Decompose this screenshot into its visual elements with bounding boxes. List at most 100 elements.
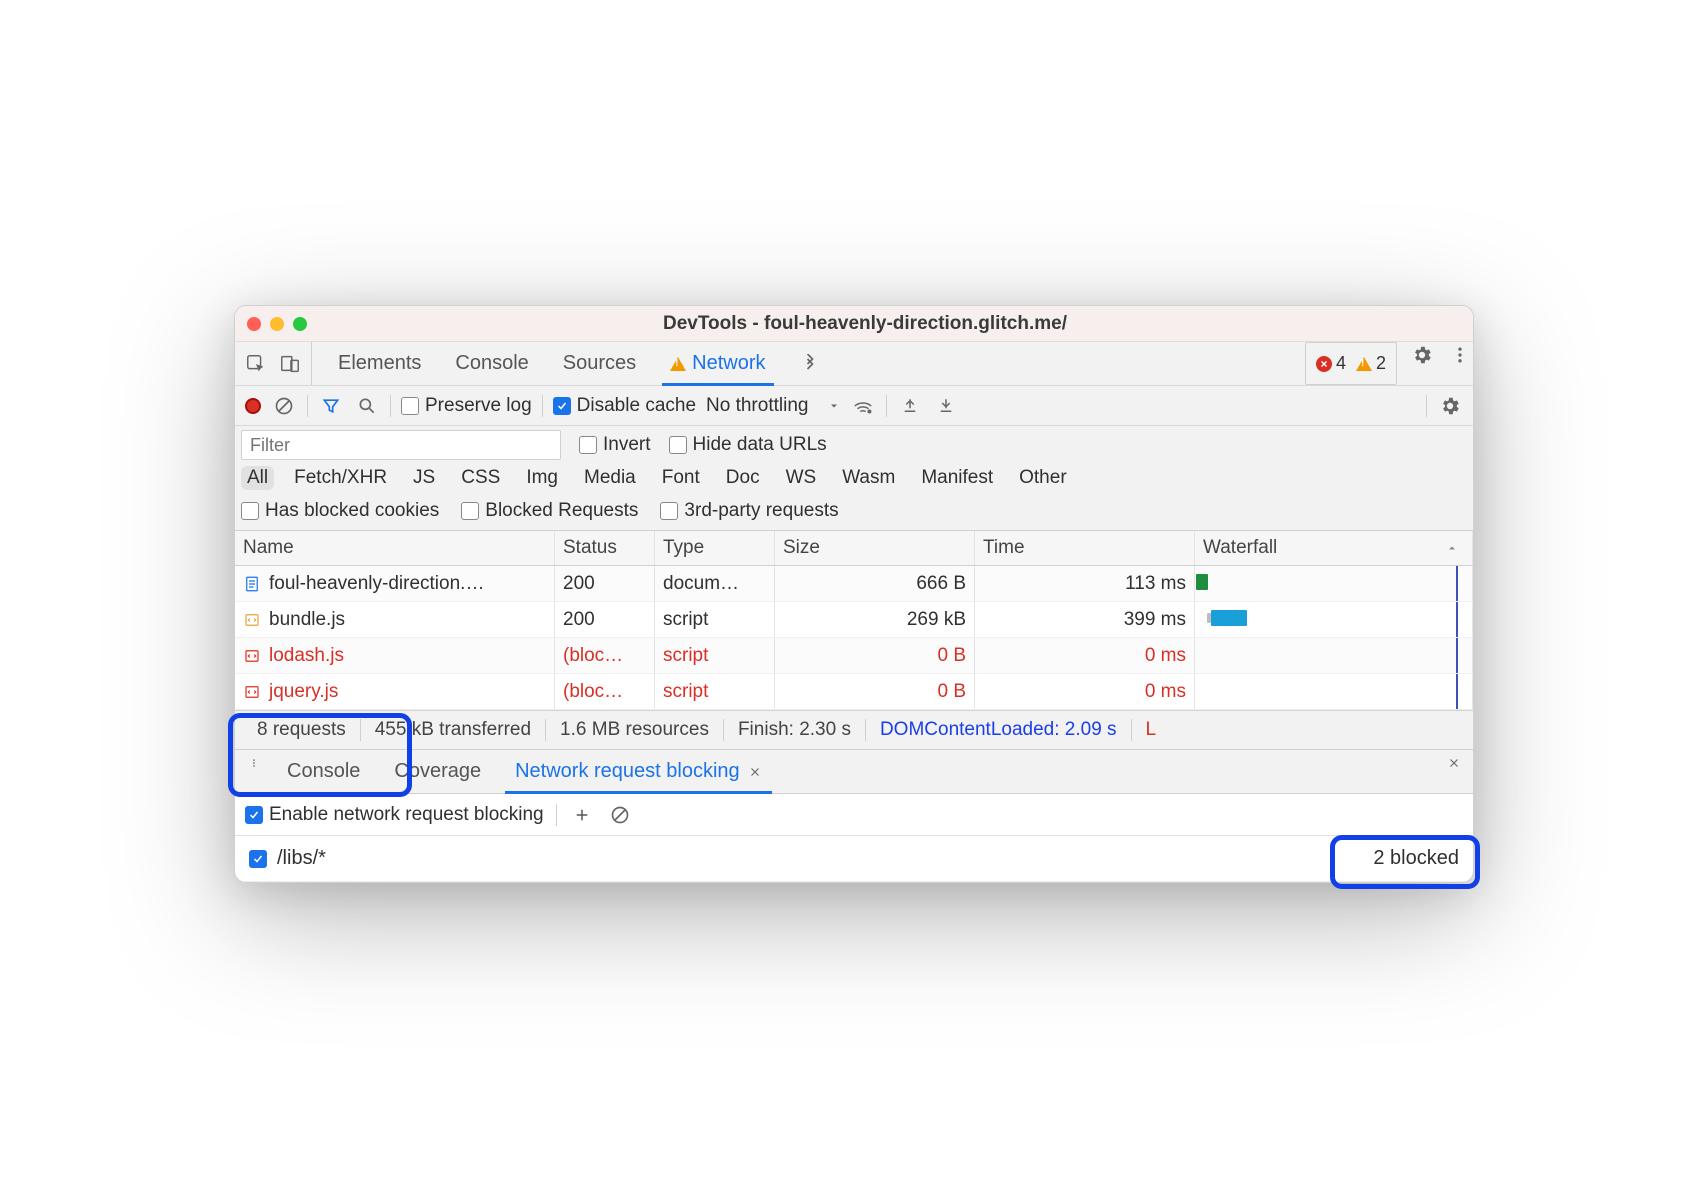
throttling-select[interactable]: No throttling bbox=[706, 395, 840, 417]
import-har-icon[interactable] bbox=[897, 393, 923, 419]
enable-blocking-checkbox[interactable]: Enable network request blocking bbox=[245, 804, 544, 826]
cell-status: 200 bbox=[555, 602, 655, 637]
checkbox-icon[interactable] bbox=[249, 850, 267, 868]
cell-status: (bloc… bbox=[555, 638, 655, 673]
issue-counter[interactable]: ×4 2 bbox=[1305, 342, 1397, 385]
type-filter-all[interactable]: All bbox=[241, 466, 274, 490]
summary-transferred: 455 kB transferred bbox=[361, 719, 546, 741]
settings-gear-icon[interactable] bbox=[1409, 342, 1435, 368]
type-filter-fetch-xhr[interactable]: Fetch/XHR bbox=[288, 466, 393, 490]
type-filter-img[interactable]: Img bbox=[520, 466, 564, 490]
cell-type: script bbox=[655, 638, 775, 673]
record-button[interactable] bbox=[245, 398, 261, 414]
table-row[interactable]: bundle.js200script269 kB399 ms bbox=[235, 602, 1473, 638]
cell-waterfall bbox=[1195, 566, 1473, 601]
summary-finish: Finish: 2.30 s bbox=[724, 719, 866, 741]
col-size[interactable]: Size bbox=[775, 531, 975, 565]
checkbox-icon bbox=[245, 806, 263, 824]
script-blocked-icon bbox=[243, 647, 261, 665]
type-filter-font[interactable]: Font bbox=[656, 466, 706, 490]
warning-triangle-icon bbox=[670, 357, 686, 371]
table-row[interactable]: foul-heavenly-direction.…200docum…666 B1… bbox=[235, 566, 1473, 602]
checkbox-label: Has blocked cookies bbox=[265, 500, 439, 522]
clear-icon[interactable] bbox=[271, 393, 297, 419]
network-summary-bar: 8 requests 455 kB transferred 1.6 MB res… bbox=[235, 710, 1473, 750]
type-filter-other[interactable]: Other bbox=[1013, 466, 1073, 490]
summary-resources: 1.6 MB resources bbox=[546, 719, 724, 741]
cell-waterfall bbox=[1195, 602, 1473, 637]
tab-label: Network bbox=[692, 352, 765, 375]
checkbox-icon bbox=[579, 436, 597, 454]
tab-elements[interactable]: Elements bbox=[324, 342, 435, 385]
add-pattern-icon[interactable] bbox=[569, 802, 595, 828]
checkbox-icon bbox=[241, 502, 259, 520]
type-filter-ws[interactable]: WS bbox=[780, 466, 823, 490]
checkbox-label: Invert bbox=[603, 434, 651, 456]
kebab-menu-icon[interactable] bbox=[1447, 342, 1473, 368]
tab-network[interactable]: Network bbox=[656, 342, 779, 385]
chevron-down-icon bbox=[828, 400, 840, 412]
export-har-icon[interactable] bbox=[933, 393, 959, 419]
type-filter-wasm[interactable]: Wasm bbox=[836, 466, 901, 490]
cell-type: docum… bbox=[655, 566, 775, 601]
table-row[interactable]: lodash.js(bloc…script0 B0 ms bbox=[235, 638, 1473, 674]
col-status[interactable]: Status bbox=[555, 531, 655, 565]
window-controls bbox=[247, 317, 307, 331]
inspect-element-icon[interactable] bbox=[243, 351, 269, 377]
tab-console[interactable]: Console bbox=[441, 342, 542, 385]
drawer-tab-request-blocking[interactable]: Network request blocking bbox=[501, 750, 776, 793]
cell-time: 0 ms bbox=[975, 674, 1195, 709]
pattern-blocked-count: 2 blocked bbox=[1373, 847, 1459, 870]
cell-type: script bbox=[655, 602, 775, 637]
drawer-tab-console[interactable]: Console bbox=[273, 750, 374, 793]
tab-sources[interactable]: Sources bbox=[549, 342, 650, 385]
preserve-log-checkbox[interactable]: Preserve log bbox=[401, 395, 532, 417]
cell-status: 200 bbox=[555, 566, 655, 601]
cell-size: 0 B bbox=[775, 638, 975, 673]
blocking-pattern-row[interactable]: /libs/* 2 blocked bbox=[235, 836, 1473, 882]
invert-checkbox[interactable]: Invert bbox=[579, 434, 651, 456]
type-filter-js[interactable]: JS bbox=[407, 466, 441, 490]
drawer-tab-coverage[interactable]: Coverage bbox=[380, 750, 495, 793]
checkbox-label: Blocked Requests bbox=[485, 500, 638, 522]
zoom-window-dot[interactable] bbox=[293, 317, 307, 331]
panel-settings-gear-icon[interactable] bbox=[1437, 393, 1463, 419]
device-toolbar-icon[interactable] bbox=[277, 351, 303, 377]
close-drawer-icon[interactable] bbox=[1447, 750, 1473, 776]
disable-cache-checkbox[interactable]: Disable cache bbox=[553, 395, 696, 417]
type-filter-doc[interactable]: Doc bbox=[720, 466, 766, 490]
checkbox-label: Enable network request blocking bbox=[269, 804, 544, 826]
drawer-kebab-icon[interactable] bbox=[241, 750, 267, 776]
close-tab-icon[interactable] bbox=[748, 765, 762, 779]
col-name[interactable]: Name bbox=[235, 531, 555, 565]
search-icon[interactable] bbox=[354, 393, 380, 419]
remove-all-patterns-icon[interactable] bbox=[607, 802, 633, 828]
tab-label: Network request blocking bbox=[515, 760, 740, 783]
third-party-checkbox[interactable]: 3rd-party requests bbox=[660, 500, 838, 522]
col-type[interactable]: Type bbox=[655, 531, 775, 565]
tab-label: Elements bbox=[338, 352, 421, 375]
filter-input[interactable] bbox=[241, 430, 561, 460]
table-row[interactable]: jquery.js(bloc…script0 B0 ms bbox=[235, 674, 1473, 710]
type-filter-css[interactable]: CSS bbox=[455, 466, 506, 490]
main-tab-strip: Elements Console Sources Network ×4 2 bbox=[235, 342, 1473, 386]
close-window-dot[interactable] bbox=[247, 317, 261, 331]
blocked-requests-checkbox[interactable]: Blocked Requests bbox=[461, 500, 638, 522]
more-tabs-button[interactable] bbox=[786, 342, 834, 385]
minimize-window-dot[interactable] bbox=[270, 317, 284, 331]
pattern-text: /libs/* bbox=[277, 847, 326, 870]
request-name: bundle.js bbox=[269, 609, 345, 631]
col-waterfall[interactable]: Waterfall bbox=[1195, 531, 1473, 565]
window-title: DevTools - foul-heavenly-direction.glitc… bbox=[317, 313, 1461, 335]
network-conditions-icon[interactable] bbox=[850, 393, 876, 419]
col-time[interactable]: Time bbox=[975, 531, 1195, 565]
has-blocked-cookies-checkbox[interactable]: Has blocked cookies bbox=[241, 500, 439, 522]
cell-type: script bbox=[655, 674, 775, 709]
filter-funnel-icon[interactable] bbox=[318, 393, 344, 419]
type-filter-media[interactable]: Media bbox=[578, 466, 642, 490]
cell-time: 399 ms bbox=[975, 602, 1195, 637]
error-count: 4 bbox=[1336, 353, 1346, 374]
tab-label: Console bbox=[455, 352, 528, 375]
hide-data-urls-checkbox[interactable]: Hide data URLs bbox=[669, 434, 827, 456]
type-filter-manifest[interactable]: Manifest bbox=[915, 466, 999, 490]
